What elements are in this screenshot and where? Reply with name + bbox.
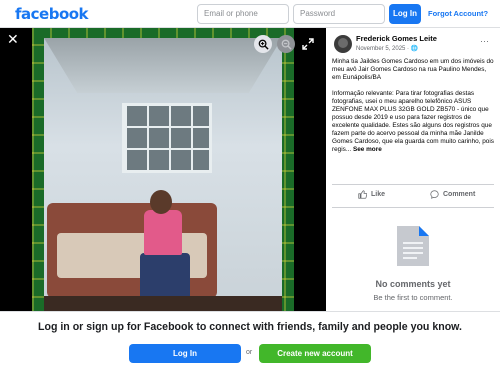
photo-person-head xyxy=(150,190,172,214)
comment-icon xyxy=(430,190,439,199)
post-paragraph-2-text: Informação relevante: Para tirar fotogra… xyxy=(332,90,494,153)
post-paragraph-2: Informação relevante: Para tirar fotogra… xyxy=(332,90,496,154)
close-icon[interactable]: ✕ xyxy=(7,32,19,48)
photo xyxy=(32,28,294,311)
see-more-link[interactable]: See more xyxy=(353,146,382,153)
top-bar: facebook Email or phone Password Log In … xyxy=(0,0,500,28)
photo-ceiling xyxy=(44,38,282,93)
document-icon xyxy=(397,226,429,266)
avatar[interactable] xyxy=(334,35,352,53)
photo-floor xyxy=(44,296,282,311)
post-sidebar: Frederick Gomes Leite November 5, 2025 ·… xyxy=(326,28,500,311)
divider xyxy=(332,184,494,185)
post-author[interactable]: Frederick Gomes Leite xyxy=(356,34,437,43)
or-label: or xyxy=(246,349,253,356)
like-label: Like xyxy=(371,191,386,198)
password-field[interactable]: Password xyxy=(293,4,385,24)
divider xyxy=(332,207,494,208)
zoom-out-icon[interactable] xyxy=(277,35,295,53)
comment-button[interactable]: Comment xyxy=(430,190,475,199)
more-options-icon[interactable]: ··· xyxy=(480,36,489,46)
email-field[interactable]: Email or phone xyxy=(197,4,289,24)
zoom-in-icon[interactable] xyxy=(254,35,272,53)
no-comments-title: No comments yet xyxy=(375,279,451,289)
facebook-logo[interactable]: facebook xyxy=(15,5,89,23)
like-button[interactable]: Like xyxy=(358,190,385,199)
create-account-button[interactable]: Create new account xyxy=(259,344,371,363)
like-icon xyxy=(358,190,367,199)
login-footer: Log in or sign up for Facebook to connec… xyxy=(0,311,500,375)
footer-login-button[interactable]: Log In xyxy=(129,344,241,363)
forgot-account-link[interactable]: Forgot Account? xyxy=(428,9,488,18)
expand-icon[interactable] xyxy=(301,37,315,51)
post-text: Minha tia Jaildes Gomes Cardoso em um do… xyxy=(332,58,496,162)
post-paragraph-1: Minha tia Jaildes Gomes Cardoso em um do… xyxy=(332,58,494,81)
photo-viewer: ✕ xyxy=(0,28,326,311)
login-button[interactable]: Log In xyxy=(389,4,421,24)
be-first-subtitle: Be the first to comment. xyxy=(373,293,453,302)
photo-window xyxy=(122,103,212,173)
signup-prompt: Log in or sign up for Facebook to connec… xyxy=(38,321,462,333)
photo-person-body xyxy=(144,210,182,255)
post-date[interactable]: November 5, 2025 · 🌐 xyxy=(356,45,418,52)
comment-label: Comment xyxy=(443,191,476,198)
